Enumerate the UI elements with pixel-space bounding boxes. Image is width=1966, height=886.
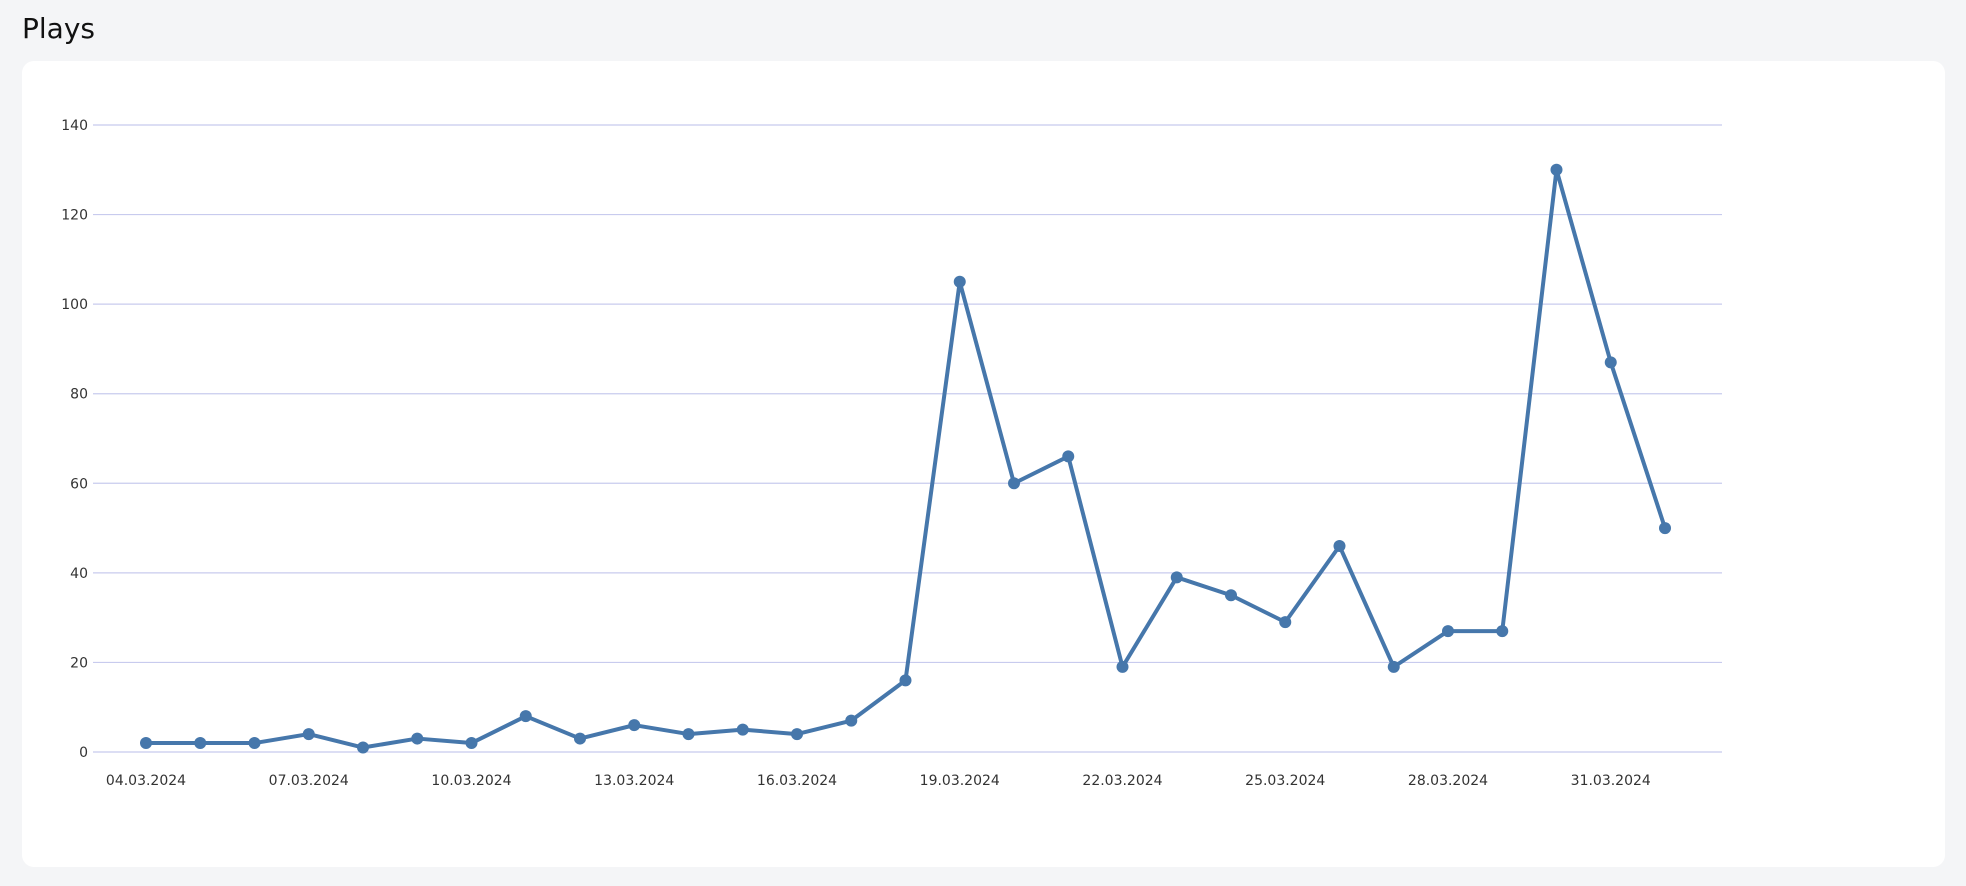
data-point[interactable] [1333, 539, 1346, 552]
y-tick-label: 0 [79, 745, 88, 761]
x-tick-label: 10.03.2024 [431, 773, 511, 789]
data-point[interactable] [1170, 571, 1183, 584]
data-point[interactable] [1604, 356, 1617, 369]
data-point[interactable] [465, 737, 478, 750]
y-tick-label: 80 [70, 387, 88, 403]
data-point[interactable] [194, 737, 207, 750]
data-point[interactable] [1225, 589, 1237, 602]
points-layer [140, 163, 1671, 754]
data-point[interactable] [519, 710, 532, 723]
data-point[interactable] [1496, 625, 1509, 638]
data-point[interactable] [1279, 616, 1292, 629]
x-tick-label: 19.03.2024 [920, 773, 1000, 789]
data-point[interactable] [953, 275, 966, 288]
data-point[interactable] [628, 719, 641, 732]
y-tick-label: 140 [61, 118, 88, 134]
data-point[interactable] [682, 728, 695, 741]
series-line [144, 167, 1667, 750]
data-point[interactable] [736, 723, 749, 736]
data-point[interactable] [140, 737, 152, 750]
data-point[interactable] [899, 674, 912, 687]
plays-line-chart: 0 20 40 60 80 100 120 140 04.03.2024 07.03.2024 1… [61, 118, 1722, 789]
y-tick-label: 100 [61, 297, 88, 313]
data-point[interactable] [411, 732, 424, 745]
x-tick-label: 07.03.2024 [269, 773, 349, 789]
data-point[interactable] [1387, 660, 1400, 673]
x-tick-label: 16.03.2024 [757, 773, 837, 789]
data-point[interactable] [1659, 522, 1671, 535]
data-point[interactable] [845, 714, 858, 727]
x-tick-label: 13.03.2024 [594, 773, 674, 789]
x-tick-label: 31.03.2024 [1571, 773, 1651, 789]
data-point[interactable] [302, 728, 315, 741]
data-point[interactable] [1008, 477, 1020, 490]
y-tick-label: 60 [70, 476, 88, 492]
y-tick-label: 20 [70, 655, 88, 671]
series-layer [144, 167, 1667, 750]
x-tick-label: 04.03.2024 [106, 773, 186, 789]
y-tick-label: 120 [61, 208, 88, 224]
y-tick-label: 40 [70, 566, 88, 582]
page: Plays 0 20 40 60 80 100 120 140 04.03.2024 07.03… [0, 0, 1966, 886]
x-axis: 04.03.2024 07.03.2024 10.03.2024 13.03.2024… [106, 773, 1651, 789]
data-point[interactable] [1442, 625, 1454, 638]
x-tick-label: 28.03.2024 [1408, 773, 1488, 789]
data-point[interactable] [1116, 660, 1129, 673]
x-tick-label: 22.03.2024 [1082, 773, 1162, 789]
data-point[interactable] [1550, 163, 1563, 176]
x-tick-label: 25.03.2024 [1245, 773, 1325, 789]
y-axis: 0 20 40 60 80 100 120 140 [61, 118, 88, 761]
data-point[interactable] [1062, 450, 1075, 463]
data-point[interactable] [574, 732, 586, 745]
data-point[interactable] [791, 728, 803, 741]
data-point[interactable] [357, 741, 369, 754]
data-point[interactable] [248, 737, 261, 750]
